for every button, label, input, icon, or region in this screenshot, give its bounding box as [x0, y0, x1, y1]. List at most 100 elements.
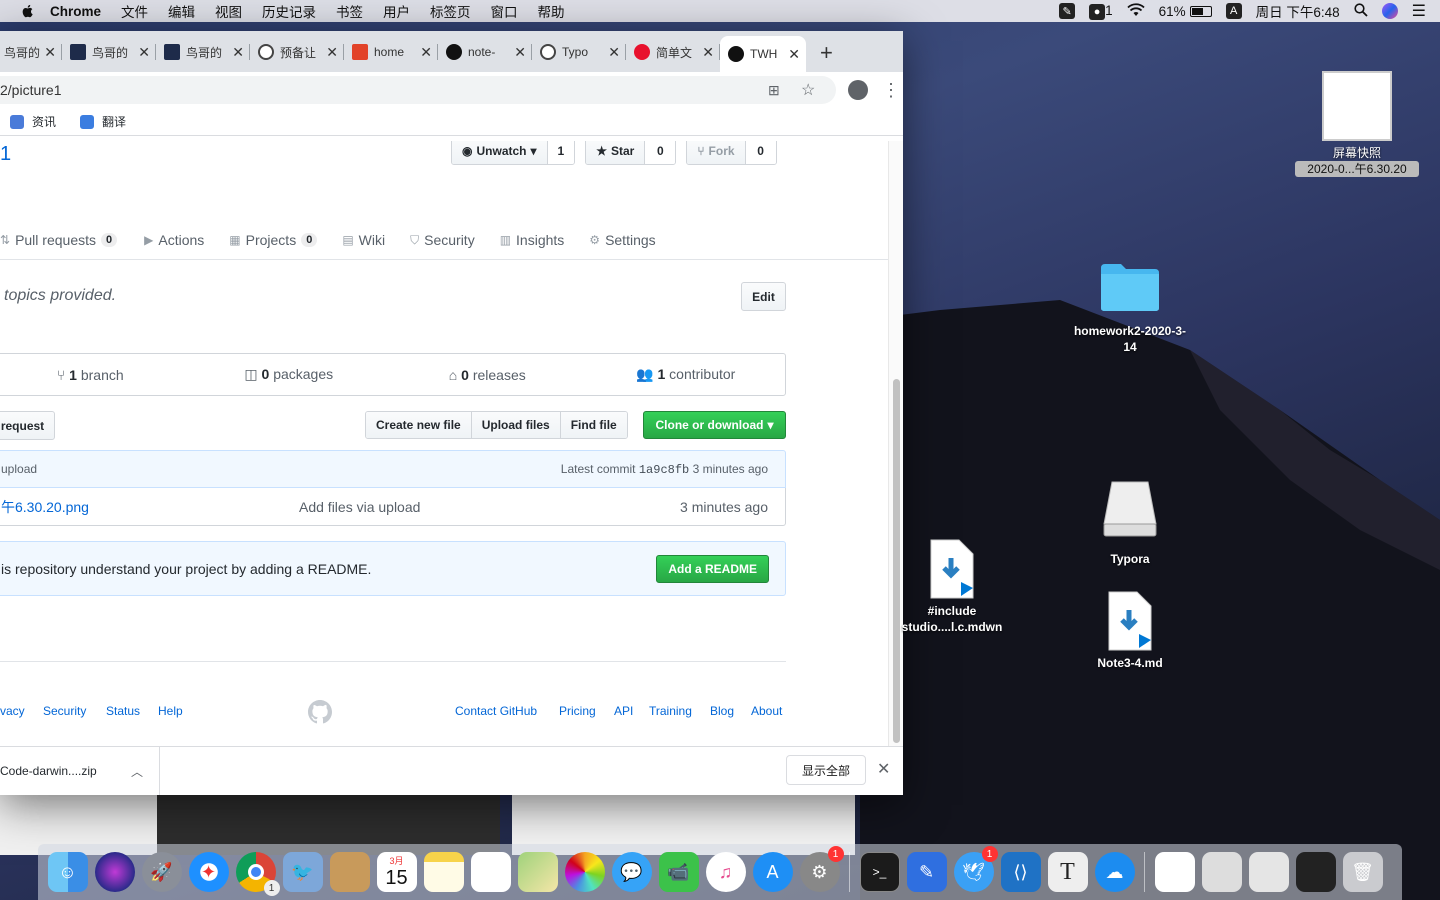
footer-link-blog[interactable]: Blog — [710, 704, 734, 718]
repo-title[interactable]: 1 — [0, 143, 11, 166]
footer-link-training[interactable]: Training — [649, 704, 692, 718]
github-octocat-icon[interactable] — [308, 700, 332, 724]
bookmark-item[interactable]: 资讯 — [10, 113, 56, 130]
menu-bookmarks[interactable]: 书签 — [336, 1, 363, 21]
menu-app-name[interactable]: Chrome — [50, 4, 101, 19]
browser-tab[interactable]: home ✕ — [344, 36, 438, 68]
calendar-icon[interactable]: 3月 15 — [376, 852, 417, 892]
screenshot1-icon[interactable] — [1201, 852, 1242, 892]
watch-count[interactable]: 1 — [547, 141, 575, 164]
commit-sha[interactable]: 1a9c8fb — [639, 463, 689, 477]
trash-icon[interactable]: 🗑 — [1342, 852, 1383, 892]
screenshot2-icon[interactable] — [1248, 852, 1289, 892]
star-count[interactable]: 0 — [645, 141, 676, 164]
notification-center-icon[interactable]: ☰ — [1412, 1, 1426, 21]
screenshot3-icon[interactable] — [1295, 852, 1336, 892]
footer-link-help[interactable]: Help — [158, 704, 183, 718]
desktop-note-file[interactable]: Note3-4.md — [1090, 590, 1170, 671]
fork-button[interactable]: ⑂ Fork — [687, 141, 746, 164]
tab-close-icon[interactable]: ✕ — [138, 44, 150, 61]
contributors-count[interactable]: 👥 1 contributor — [587, 366, 786, 383]
close-icon[interactable]: ✕ — [877, 759, 890, 779]
browser-tab[interactable]: 鸟哥的 ✕ — [62, 36, 156, 68]
launchpad-icon[interactable]: 🚀 — [141, 852, 182, 892]
browser-tab[interactable]: 鸟哥的 ✕ — [0, 36, 62, 68]
footer-link-privacy[interactable]: vacy — [0, 704, 25, 718]
bookmark-star-icon[interactable]: ☆ — [801, 80, 817, 99]
menu-edit[interactable]: 编辑 — [168, 1, 195, 21]
tab-actions[interactable]: ▶ Actions — [144, 232, 204, 248]
desktop-include-file[interactable]: #include studio....l.c.mdwn — [900, 538, 1004, 635]
chevron-up-icon[interactable]: ︿ — [131, 763, 143, 780]
add-readme-button[interactable]: Add a README — [656, 554, 769, 583]
footer-link-about[interactable]: About — [751, 704, 782, 718]
menu-file[interactable]: 文件 — [121, 1, 148, 21]
footer-link-security[interactable]: Security — [43, 704, 86, 718]
battery-status[interactable]: 61% — [1159, 4, 1212, 19]
reminders-icon[interactable] — [470, 852, 511, 892]
menu-view[interactable]: 视图 — [215, 1, 242, 21]
spotlight-icon[interactable] — [1354, 2, 1368, 20]
tab-close-icon[interactable]: ✕ — [788, 46, 800, 63]
clone-or-download-button[interactable]: Clone or download ▾ — [643, 411, 786, 439]
new-pull-request-button[interactable]: request — [0, 411, 55, 440]
cloud-icon[interactable]: ☁ — [1094, 852, 1135, 892]
tab-close-icon[interactable]: ✕ — [44, 44, 56, 61]
apple-icon[interactable] — [20, 3, 36, 19]
safari-icon[interactable]: ✦ — [188, 852, 229, 892]
footer-link-status[interactable]: Status — [106, 704, 140, 718]
typora-icon[interactable]: T — [1047, 852, 1088, 892]
menu-tabs[interactable]: 标签页 — [430, 1, 471, 21]
menubar-clock[interactable]: 周日 下午6:48 — [1256, 1, 1340, 21]
system-preferences-icon[interactable]: ⚙ 1 — [799, 846, 844, 892]
desktop-folder[interactable]: homework2-2020-3-14 — [1070, 260, 1190, 355]
file-commit-message[interactable]: Add files via upload — [299, 499, 420, 515]
upload-files-button[interactable]: Upload files — [471, 412, 561, 438]
pen-icon[interactable]: ✎ — [906, 852, 947, 892]
desktop-typora-drive[interactable]: Typora — [1090, 478, 1170, 567]
tab-close-icon[interactable]: ✕ — [326, 44, 338, 61]
vscode-icon[interactable]: ⟨⟩ — [1000, 852, 1041, 892]
profile-avatar-icon[interactable] — [848, 80, 868, 100]
tab-close-icon[interactable]: ✕ — [420, 44, 432, 61]
star-button[interactable]: ★ Star — [586, 141, 646, 164]
chrome-menu-icon[interactable]: ⋮ — [882, 80, 900, 101]
browser-tab-active[interactable]: TWH ✕ — [720, 36, 806, 72]
photos-icon[interactable] — [564, 852, 605, 892]
tab-settings[interactable]: ⚙ Settings — [589, 232, 655, 248]
menu-window[interactable]: 窗口 — [491, 1, 518, 21]
browser-tab[interactable]: 预备让 ✕ — [250, 36, 344, 68]
tab-security[interactable]: ⛉ Security — [410, 232, 475, 248]
new-tab-button[interactable]: + — [820, 40, 833, 66]
wifi-icon[interactable] — [1126, 2, 1145, 20]
tab-close-icon[interactable]: ✕ — [232, 44, 244, 61]
tab-close-icon[interactable]: ✕ — [608, 44, 620, 61]
browser-tab[interactable]: Typo ✕ — [532, 36, 626, 68]
address-bar[interactable]: 2/picture1 ⊞ ☆ — [0, 76, 836, 104]
packages-count[interactable]: ◫ 0 packages — [190, 366, 389, 383]
tab-wiki[interactable]: ▤ Wiki — [342, 232, 385, 248]
bird-icon[interactable]: 🕊 1 — [953, 846, 998, 892]
desktop-screenshot-file[interactable]: 屏幕快照 2020-0...午6.30.20 — [1295, 71, 1419, 177]
preview-icon[interactable]: 🐦 — [282, 852, 323, 892]
terminal-icon[interactable]: >_ — [859, 852, 900, 892]
branch-count[interactable]: ⑂ 1 branch — [0, 367, 190, 383]
tab-pull-requests[interactable]: ⇅ Pull requests 0 — [0, 232, 118, 248]
status-app-icon[interactable]: ● 1 — [1089, 3, 1113, 20]
find-file-button[interactable]: Find file — [560, 412, 627, 438]
input-method-icon[interactable]: A — [1225, 3, 1242, 19]
pen-status-icon[interactable]: ✎ — [1059, 3, 1076, 19]
appstore-icon[interactable]: A — [752, 852, 793, 892]
chrome-icon[interactable]: 1 — [235, 852, 280, 896]
create-new-file-button[interactable]: Create new file — [366, 412, 472, 438]
tab-insights[interactable]: ▥ Insights — [500, 232, 565, 248]
translate-icon[interactable]: ⊞ — [768, 82, 784, 98]
notes-icon[interactable] — [423, 852, 464, 892]
unwatch-button[interactable]: ◉ Unwatch ▾ — [452, 141, 548, 164]
footer-link-api[interactable]: API — [614, 704, 633, 718]
messages-icon[interactable]: 💬 — [611, 852, 652, 892]
maps-icon[interactable] — [517, 852, 558, 892]
scrollbar-thumb[interactable] — [893, 379, 900, 743]
tab-projects[interactable]: ▦ Projects 0 — [229, 232, 318, 248]
show-all-downloads-button[interactable]: 显示全部 — [786, 755, 866, 785]
